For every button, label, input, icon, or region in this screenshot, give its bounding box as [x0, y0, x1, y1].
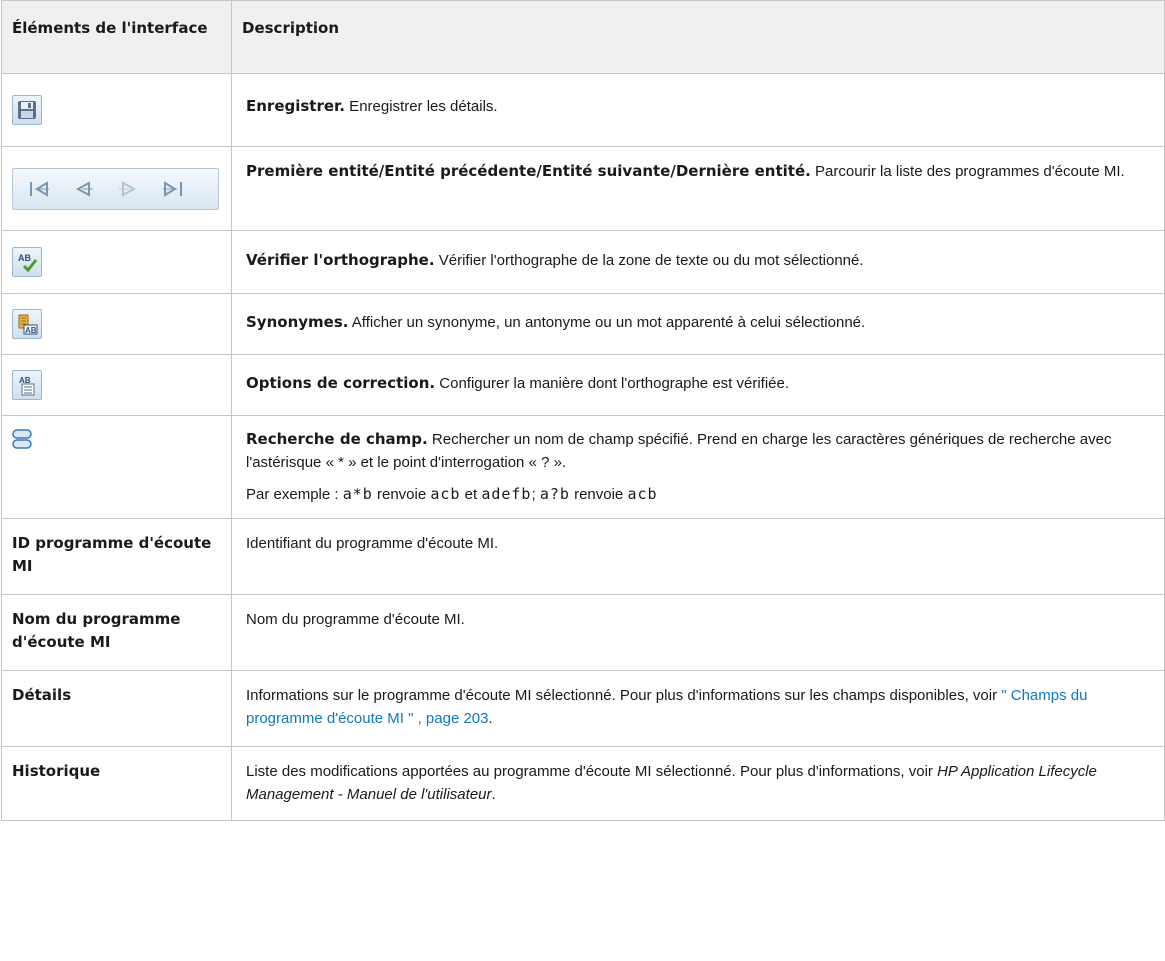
table-row: Enregistrer. Enregistrer les détails. [1, 73, 1165, 147]
table-row: Nom du programme d'écoute MI Nom du prog… [1, 594, 1165, 671]
historique-text: Liste des modifications apportées au pro… [246, 763, 938, 780]
table-row: Recherche de champ. Rechercher un nom de… [1, 415, 1165, 519]
row-name: Historique [1, 746, 232, 821]
historique-end: . [491, 786, 496, 803]
table-row: Première entité/Entité précédente/Entité… [1, 146, 1165, 231]
row-text: Enregistrer les détails. [345, 98, 498, 115]
svg-text:AB: AB [18, 253, 31, 263]
example-code: acb [430, 485, 461, 503]
table-cell: Recherche de champ. Rechercher un nom de… [231, 415, 1165, 519]
details-end: . [488, 710, 493, 727]
row-text: Parcourir la liste des programmes d'écou… [810, 163, 1125, 180]
example-code: adefb [481, 485, 532, 503]
example-paragraph: Par exemple : a*b renvoie acb et adefb; … [246, 483, 1150, 506]
next-entity-icon[interactable] [113, 177, 143, 201]
table-cell: Synonymes. Afficher un synonyme, un anto… [231, 293, 1165, 355]
header-description: Description [231, 0, 1165, 74]
row-name: Détails [1, 670, 232, 747]
row-title: Recherche de champ. [246, 430, 428, 448]
previous-entity-icon[interactable] [69, 177, 99, 201]
spell-check-icon[interactable]: AB [12, 247, 42, 277]
table-header-row: Éléments de l'interface Description [1, 0, 1165, 74]
row-paragraph: Recherche de champ. Rechercher un nom de… [246, 428, 1150, 474]
details-text: Informations sur le programme d'écoute M… [246, 687, 1002, 704]
spelling-options-icon[interactable]: AB [12, 370, 42, 400]
row-name: ID programme d'écoute MI [1, 518, 232, 595]
example-text: renvoie [372, 486, 431, 503]
row-description: Liste des modifications apportées au pro… [231, 746, 1165, 821]
row-title: Synonymes. [246, 313, 349, 331]
example-prefix: Par exemple : [246, 486, 343, 503]
last-entity-icon[interactable] [157, 177, 187, 201]
row-name: Nom du programme d'écoute MI [1, 594, 232, 671]
example-text: ; [531, 486, 540, 503]
table-cell: Enregistrer. Enregistrer les détails. [231, 73, 1165, 147]
table-row: AB Options de correction. Configurer la … [1, 354, 1165, 416]
table-cell: Vérifier l'orthographe. Vérifier l'ortho… [231, 230, 1165, 294]
row-title: Options de correction. [246, 374, 436, 392]
row-title: Première entité/Entité précédente/Entité… [246, 162, 811, 180]
row-description: Informations sur le programme d'écoute M… [231, 670, 1165, 747]
table-row: ID programme d'écoute MI Identifiant du … [1, 518, 1165, 595]
table-row: Historique Liste des modifications appor… [1, 746, 1165, 821]
example-text: renvoie [569, 486, 628, 503]
table-row: AB Synonymes. Afficher un synonyme, un a… [1, 293, 1165, 355]
row-description: Nom du programme d'écoute MI. [231, 594, 1165, 671]
example-code: a?b [539, 485, 570, 503]
save-icon[interactable] [12, 95, 42, 125]
first-entity-icon[interactable] [25, 177, 55, 201]
table-cell: Première entité/Entité précédente/Entité… [231, 146, 1165, 231]
thesaurus-icon[interactable]: AB [12, 309, 42, 339]
header-ui-elements: Éléments de l'interface [1, 0, 232, 74]
example-code: a*b [342, 485, 373, 503]
row-text: Configurer la manière dont l'orthographe… [435, 375, 790, 392]
row-title: Vérifier l'orthographe. [246, 251, 435, 269]
row-text: Vérifier l'orthographe de la zone de tex… [434, 252, 864, 269]
navigation-arrows-icon [12, 167, 219, 210]
field-search-icon[interactable] [12, 428, 32, 450]
table-row: AB Vérifier l'orthographe. Vérifier l'or… [1, 230, 1165, 294]
row-text: Afficher un synonyme, un antonyme ou un … [348, 314, 866, 331]
row-title: Enregistrer. [246, 97, 346, 115]
table-cell: Options de correction. Configurer la man… [231, 354, 1165, 416]
interface-elements-table: Éléments de l'interface Description Enre… [1, 0, 1165, 821]
row-description: Identifiant du programme d'écoute MI. [231, 518, 1165, 595]
svg-text:AB: AB [25, 326, 37, 335]
table-row: Détails Informations sur le programme d'… [1, 670, 1165, 747]
example-code: acb [627, 485, 658, 503]
example-text: et [460, 486, 482, 503]
